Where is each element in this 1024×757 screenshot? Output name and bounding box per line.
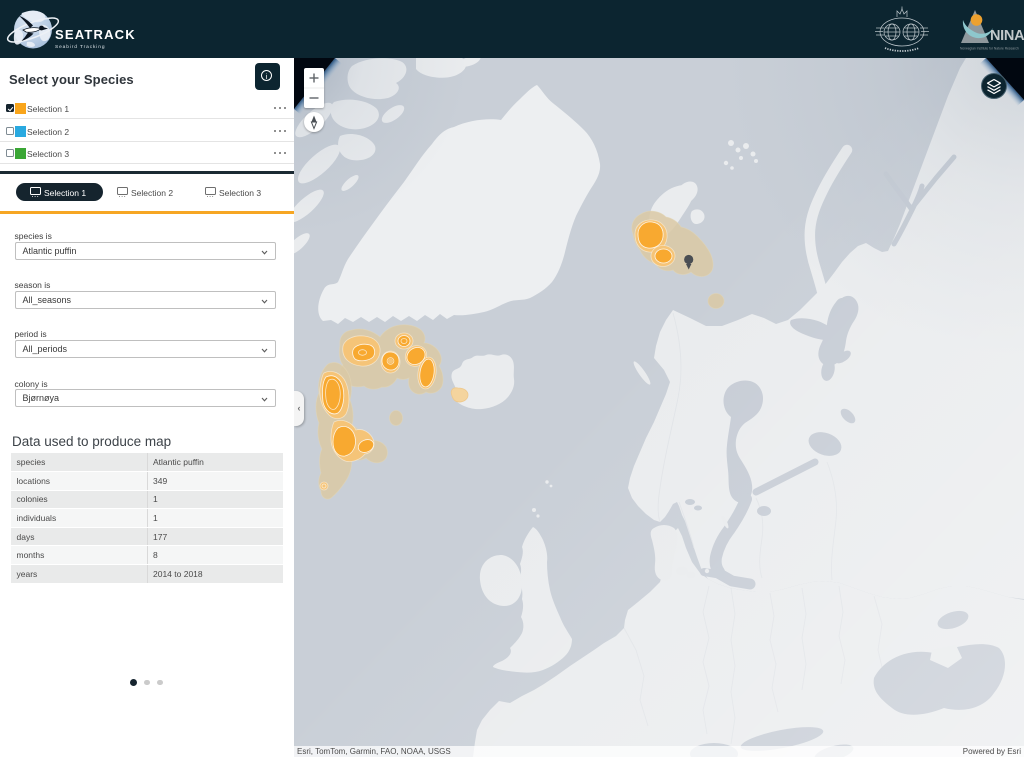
- svg-text:Norwegian Institute for Nature: Norwegian Institute for Nature Research: [960, 47, 1019, 51]
- svg-text:NINA: NINA: [990, 28, 1024, 44]
